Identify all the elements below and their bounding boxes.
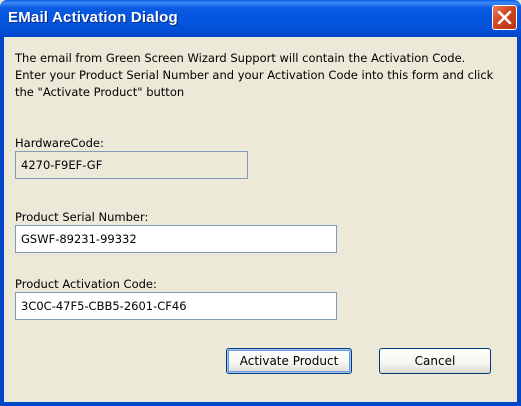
hardware-code-field[interactable]: 4270-F9EF-GF — [15, 151, 248, 179]
serial-number-field[interactable]: GSWF-89231-99332 — [15, 225, 337, 253]
activation-code-label: Product Activation Code: — [15, 277, 157, 291]
activate-product-button[interactable]: Activate Product — [226, 348, 352, 374]
close-button[interactable] — [492, 5, 517, 30]
instruction-line: Enter your Product Serial Number and you… — [15, 68, 494, 82]
dialog-body: The email from Green Screen Wizard Suppo… — [4, 37, 517, 402]
instruction-line: The email from Green Screen Wizard Suppo… — [15, 51, 466, 65]
instructions-text: The email from Green Screen Wizard Suppo… — [15, 50, 510, 101]
hardware-code-label: HardwareCode: — [15, 136, 104, 150]
close-icon — [497, 10, 512, 25]
cancel-button[interactable]: Cancel — [379, 348, 491, 374]
window-title: EMail Activation Dialog — [8, 9, 178, 26]
serial-number-label: Product Serial Number: — [15, 210, 149, 224]
instruction-line: the "Activate Product" button — [15, 85, 185, 99]
activation-code-field[interactable]: 3C0C-47F5-CBB5-2601-CF46 — [15, 292, 337, 320]
dialog-window: EMail Activation Dialog The email from G… — [0, 0, 521, 406]
title-bar[interactable]: EMail Activation Dialog — [0, 0, 521, 37]
